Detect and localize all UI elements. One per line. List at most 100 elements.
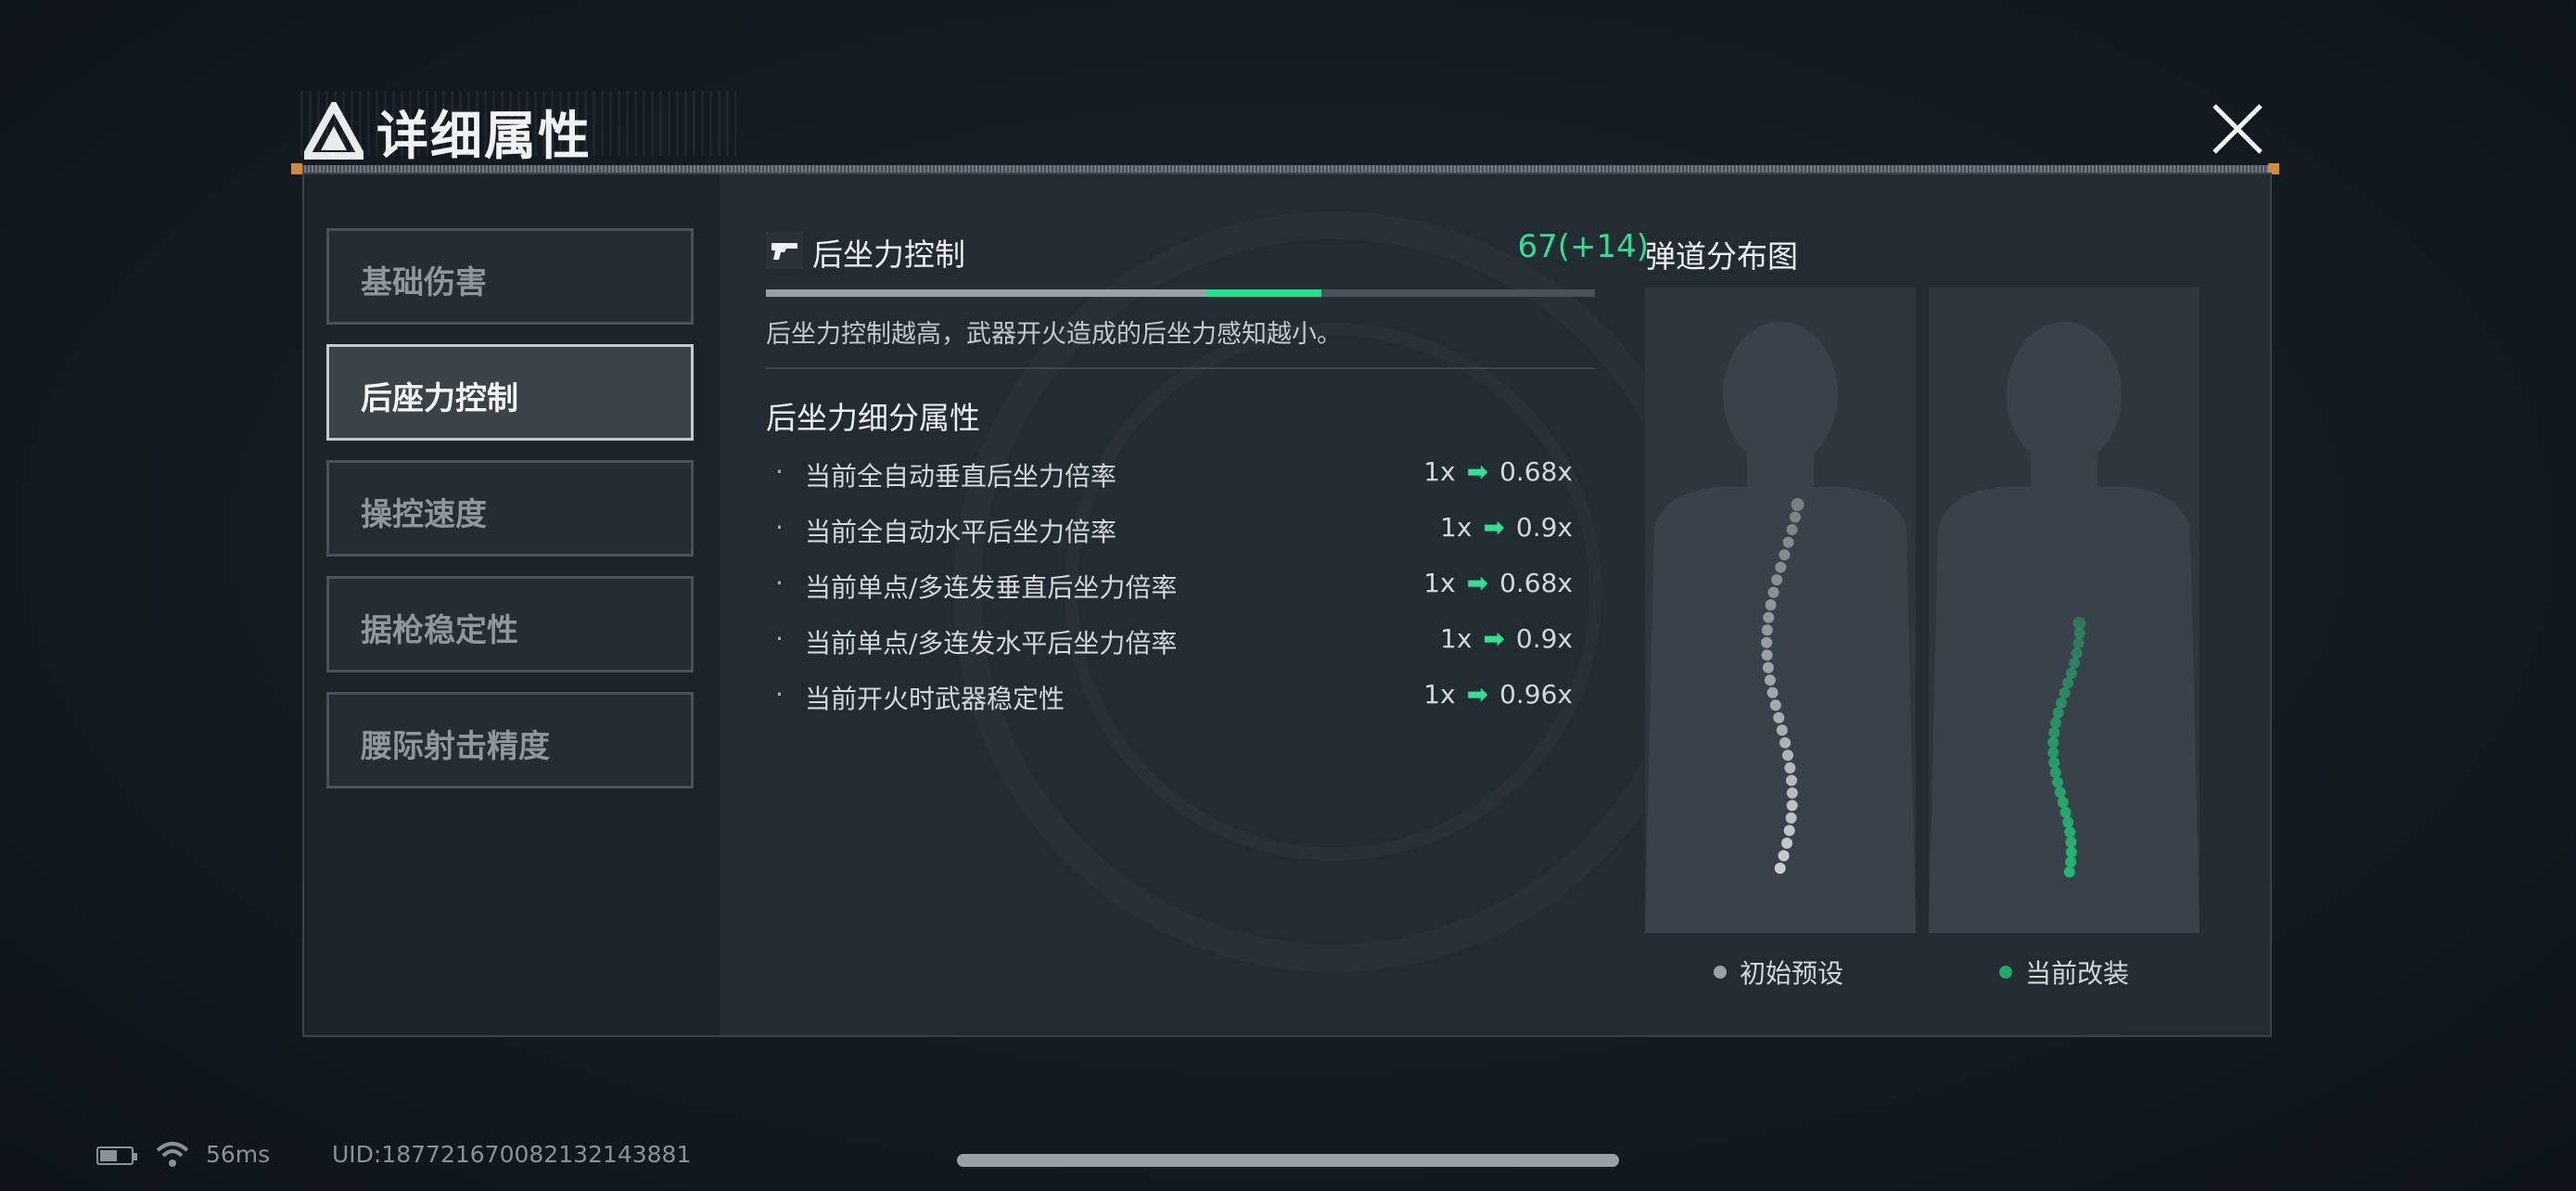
bullet: · (775, 679, 784, 710)
tab-label: 后座力控制 (361, 380, 518, 417)
value-to: 0.9x (1515, 623, 1573, 654)
shot-dot (1786, 775, 1797, 787)
silhouette-current (1929, 322, 2200, 933)
shot-dot (2059, 687, 2071, 698)
attribute-panel: 基础伤害 后座力控制 操控速度 据枪稳定性 腰际射击精度 后坐力控制 67(+1… (302, 173, 2272, 1037)
shot-dot (1786, 800, 1798, 812)
value-from: 1x (1440, 623, 1473, 654)
gun-icon (766, 232, 803, 269)
detail-values: 1x ➡ 0.9x (1440, 512, 1573, 543)
tab-recoil-control[interactable]: 后座力控制 (326, 344, 694, 441)
detail-values: 1x ➡ 0.68x (1423, 568, 1573, 598)
shot-dot (1789, 511, 1801, 523)
detail-row: · 当前单点/多连发垂直后坐力倍率 1x ➡ 0.68x (775, 568, 1599, 608)
silhouette-default (1645, 322, 1916, 933)
shot-dot (1762, 661, 1774, 673)
value-from: 1x (1440, 512, 1473, 543)
shot-dot (1785, 812, 1797, 824)
stat-value: 67(+14) (1517, 228, 1649, 265)
arrow-right-icon: ➡ (1466, 568, 1489, 598)
shot-dot (1771, 574, 1783, 586)
title-divider (297, 165, 2272, 173)
shot-dot (2057, 797, 2069, 808)
shot-dot (2062, 677, 2074, 689)
shot-dot (2064, 826, 2076, 839)
arrow-right-icon: ➡ (1483, 512, 1505, 543)
detail-label: 当前单点/多连发垂直后坐力倍率 (805, 572, 1178, 603)
detail-values: 1x ➡ 0.9x (1440, 623, 1573, 654)
detail-row: · 当前全自动垂直后坐力倍率 1x ➡ 0.68x (775, 456, 1599, 497)
shot-dot (1761, 636, 1773, 648)
tab-base-damage[interactable]: 基础伤害 (326, 228, 694, 325)
shot-dot (1776, 724, 1788, 736)
shot-dot (2071, 647, 2083, 660)
tab-label: 据枪稳定性 (361, 612, 518, 649)
shot-dot (2049, 766, 2061, 778)
value-from: 1x (1423, 568, 1456, 598)
legend-label: 初始预设 (1740, 958, 1844, 989)
tab-handling-speed[interactable]: 操控速度 (326, 460, 694, 557)
shot-dot (1784, 762, 1796, 774)
value-from: 1x (1423, 456, 1456, 487)
shot-dot (1779, 736, 1792, 749)
detail-row: · 当前单点/多连发水平后坐力倍率 1x ➡ 0.9x (775, 623, 1599, 664)
legend-default: 初始预设 (1714, 954, 1843, 991)
detail-label: 当前全自动垂直后坐力倍率 (805, 461, 1117, 492)
ping-text: 56ms (206, 1141, 271, 1168)
attribute-tabs: 基础伤害 后座力控制 操控速度 据枪稳定性 腰际射击精度 (304, 174, 720, 1035)
silhouette-shape (1929, 322, 2200, 933)
shot-dot (2065, 846, 2077, 858)
detail-values: 1x ➡ 0.96x (1423, 679, 1573, 710)
shot-dot (2065, 856, 2077, 868)
shot-dot (1769, 699, 1781, 711)
trajectory-current (1929, 288, 2200, 933)
shot-dot (1763, 611, 1775, 623)
divider (766, 367, 1595, 369)
shot-dot (1767, 586, 1779, 598)
shot-dot (1761, 624, 1773, 636)
shot-dot (1786, 787, 1798, 799)
shot-dot (2060, 806, 2072, 818)
shot-dot (2065, 667, 2077, 679)
home-indicator[interactable] (957, 1154, 1619, 1167)
bullet: · (775, 512, 784, 543)
shot-dot (1761, 649, 1773, 661)
tab-label: 操控速度 (361, 496, 487, 533)
shot-dot (2069, 657, 2081, 669)
tab-hipfire-accuracy[interactable]: 腰际射击精度 (326, 692, 694, 788)
battery-icon (96, 1146, 137, 1165)
shot-dot (1782, 749, 1793, 762)
detail-values: 1x ➡ 0.68x (1423, 456, 1573, 487)
stat-description: 后坐力控制越高，武器开火造成的后坐力感知越小。 (766, 320, 1342, 349)
page-title: 详细属性 (376, 107, 592, 167)
stat-progress-increase (1205, 289, 1321, 297)
shot-dot (1764, 674, 1776, 686)
shot-dot (2063, 866, 2075, 877)
detail-row: · 当前开火时武器稳定性 1x ➡ 0.96x (775, 679, 1599, 720)
legend-label: 当前改装 (2025, 958, 2130, 989)
silhouette-shape (1645, 322, 1916, 933)
tab-aim-stability[interactable]: 据枪稳定性 (326, 576, 694, 672)
value-from: 1x (1423, 679, 1456, 710)
legend-dot (1714, 966, 1727, 979)
shot-dot (2054, 787, 2066, 799)
divider-accent-left (291, 163, 302, 174)
value-to: 0.96x (1499, 679, 1573, 710)
shot-dot (1775, 561, 1787, 573)
shot-dot (2048, 757, 2060, 769)
detail-label: 当前单点/多连发水平后坐力倍率 (805, 628, 1178, 659)
shot-dot (2072, 637, 2085, 649)
trajectory-default (1645, 288, 1916, 933)
stat-name: 后坐力控制 (812, 237, 965, 273)
value-to: 0.68x (1499, 568, 1573, 598)
shot-dot (2072, 617, 2086, 630)
shot-dot (1774, 863, 1786, 874)
legend-dot (1999, 966, 2012, 979)
detail-row: · 当前全自动水平后坐力倍率 1x ➡ 0.9x (775, 512, 1599, 553)
close-icon[interactable] (2205, 96, 2270, 161)
shot-dot (2062, 816, 2074, 828)
shot-dot (2052, 776, 2064, 788)
trajectory-title: 弹道分布图 (1645, 238, 1798, 275)
shot-dot (1786, 524, 1798, 535)
arrow-right-icon: ➡ (1466, 456, 1489, 487)
